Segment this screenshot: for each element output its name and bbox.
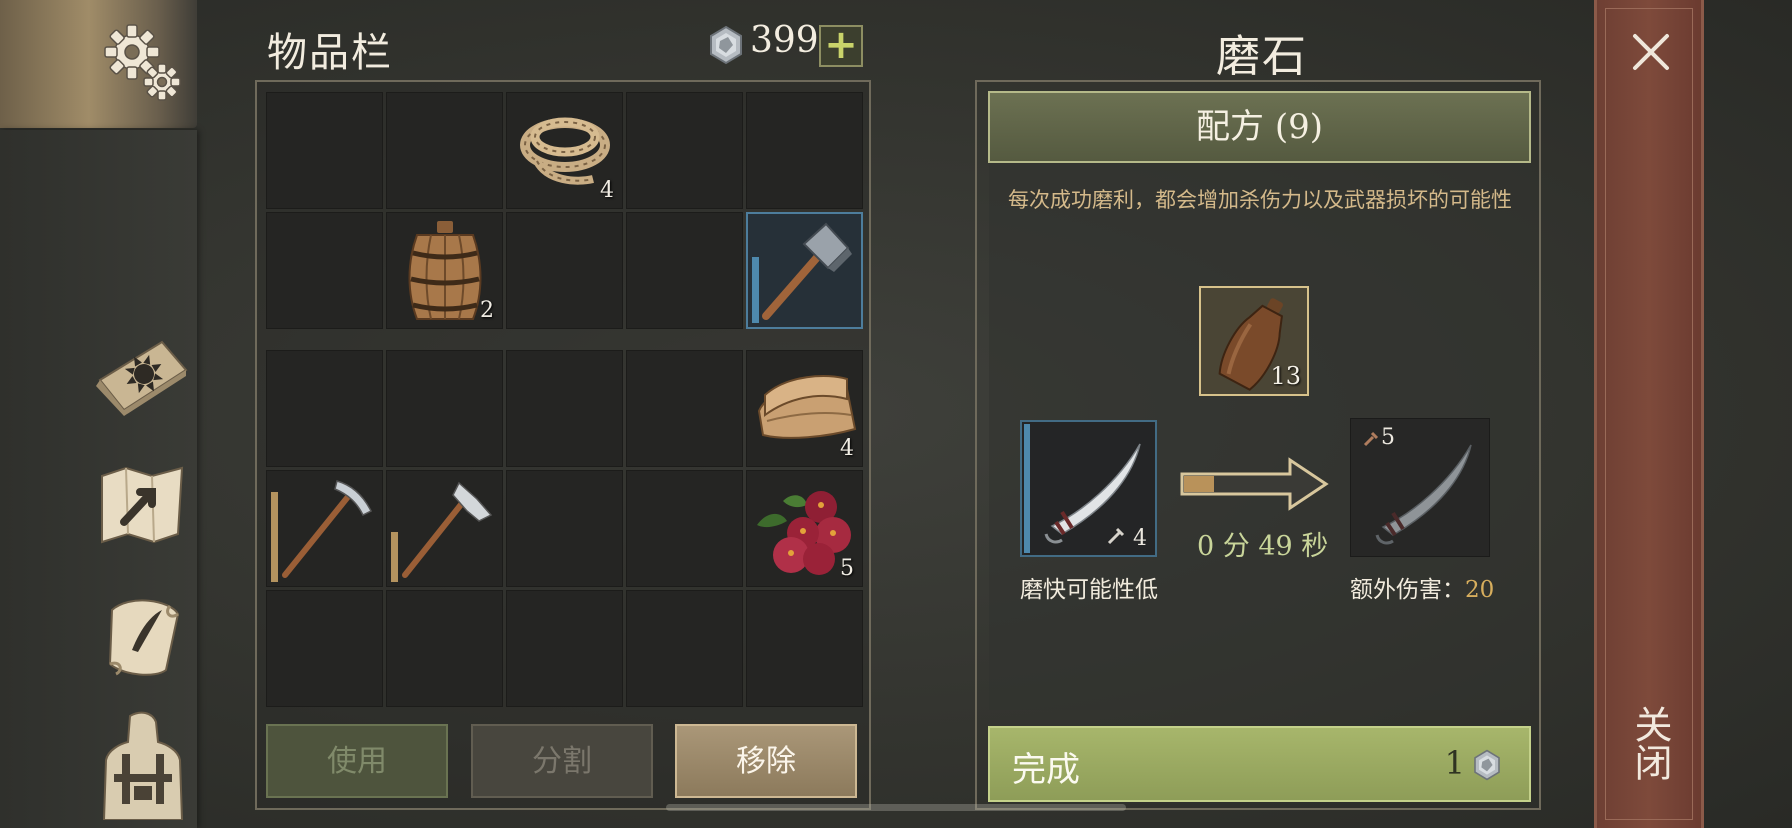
settings-gears-icon[interactable] — [96, 20, 190, 110]
bonus-damage: 额外伤害：20 — [1350, 570, 1494, 604]
inventory-grid-bottom: 4 5 — [266, 350, 863, 707]
inventory-slot-axe[interactable] — [386, 470, 503, 587]
inventory-slot[interactable] — [626, 212, 743, 329]
inventory-slot-pickaxe[interactable] — [266, 470, 383, 587]
skills-book-icon[interactable] — [92, 330, 192, 420]
inventory-slot[interactable] — [626, 590, 743, 707]
sharpen-chance-label: 磨快可能性低 — [1020, 577, 1158, 603]
remove-button[interactable]: 移除 — [675, 724, 857, 798]
inventory-slot[interactable] — [386, 92, 503, 209]
scroll-indicator — [666, 804, 1126, 811]
inventory-slot[interactable] — [746, 590, 863, 707]
inventory-slot[interactable] — [626, 92, 743, 209]
sharpness-level: 4 — [1133, 526, 1147, 551]
recipes-button[interactable]: 配方 (9) — [988, 91, 1531, 163]
split-button[interactable]: 分割 — [471, 724, 653, 798]
finish-cost: 1 — [1444, 744, 1465, 782]
craft-time: 0 分 49 秒 — [1197, 531, 1329, 562]
result-sharpness-level: 5 — [1381, 425, 1395, 450]
inventory-grid-top: 4 2 — [266, 92, 863, 329]
inventory-slot-rope[interactable]: 4 — [506, 92, 623, 209]
map-icon[interactable] — [96, 462, 190, 548]
durability-bar — [1024, 424, 1030, 553]
material-slot[interactable]: 13 — [1199, 286, 1309, 396]
silver-coin-icon — [706, 25, 746, 65]
hammer-icon — [762, 222, 852, 320]
close-panel[interactable] — [1594, 0, 1704, 828]
finish-label: 完成 — [1012, 750, 1080, 790]
item-count: 4 — [600, 178, 614, 203]
sharpness-icon — [1107, 527, 1125, 545]
add-currency-button[interactable]: + — [819, 25, 863, 67]
bonus-damage-label: 额外伤害： — [1350, 577, 1465, 603]
character-icon[interactable] — [100, 710, 186, 820]
item-count: 2 — [480, 298, 494, 323]
inventory-slot[interactable] — [626, 470, 743, 587]
crafting-panel — [989, 92, 1530, 710]
axe-icon — [402, 481, 493, 578]
finish-button[interactable]: 完成 1 — [988, 726, 1531, 802]
inventory-slot-berries[interactable]: 5 — [746, 470, 863, 587]
journal-scroll-icon[interactable] — [100, 590, 186, 680]
currency-count: 399 — [750, 20, 819, 61]
source-weapon-slot[interactable]: 4 — [1020, 420, 1157, 557]
arrow-right-icon — [1180, 457, 1329, 511]
result-weapon-slot: 5 — [1350, 418, 1490, 557]
inventory-slot[interactable] — [386, 350, 503, 467]
close-label[interactable]: 关闭 — [1628, 705, 1672, 781]
use-button[interactable]: 使用 — [266, 724, 448, 798]
inventory-slot[interactable] — [386, 590, 503, 707]
inventory-slot[interactable] — [626, 350, 743, 467]
inventory-slot[interactable] — [266, 212, 383, 329]
inventory-slot-barrel[interactable]: 2 — [386, 212, 503, 329]
item-count: 5 — [840, 556, 854, 581]
inventory-title: 物品栏 — [267, 30, 393, 76]
inventory-slot-hammer-selected[interactable] — [746, 212, 863, 329]
material-count: 13 — [1270, 362, 1301, 390]
pickaxe-icon — [282, 480, 373, 578]
silver-coin-icon — [1474, 749, 1500, 781]
crafting-title: 磨石 — [1216, 31, 1308, 82]
inventory-slot[interactable] — [506, 350, 623, 467]
inventory-slot[interactable] — [506, 590, 623, 707]
inventory-slot[interactable] — [266, 350, 383, 467]
inventory-slot[interactable] — [506, 212, 623, 329]
inventory-slot[interactable] — [746, 92, 863, 209]
item-count: 4 — [840, 436, 854, 461]
sharpness-icon — [1363, 431, 1379, 447]
inventory-slot-cloth[interactable]: 4 — [746, 350, 863, 467]
recipe-description: 每次成功磨利，都会增加杀伤力以及武器损坏的可能性 — [1008, 188, 1512, 212]
bonus-damage-value: 20 — [1465, 577, 1495, 603]
close-icon[interactable] — [1629, 30, 1673, 74]
inventory-slot[interactable] — [266, 92, 383, 209]
inventory-slot[interactable] — [506, 470, 623, 587]
inventory-slot[interactable] — [266, 590, 383, 707]
